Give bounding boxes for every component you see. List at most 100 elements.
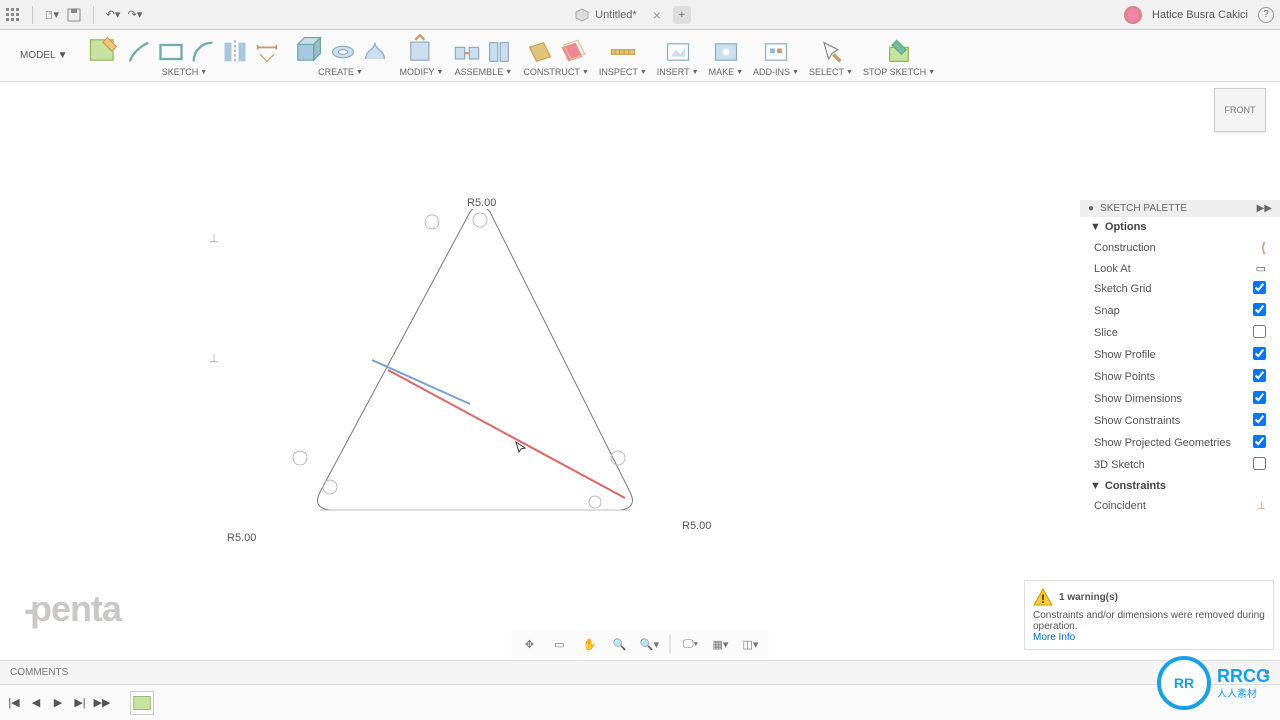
dimension-right[interactable]: R5.00 bbox=[680, 520, 713, 532]
help-icon[interactable]: ? bbox=[1258, 7, 1274, 23]
create-sketch-icon[interactable] bbox=[87, 34, 121, 66]
palette-option-show-profile[interactable]: Show Profile bbox=[1080, 344, 1280, 366]
palette-option-show-dimensions[interactable]: Show Dimensions bbox=[1080, 388, 1280, 410]
close-tab-icon[interactable]: × bbox=[653, 7, 661, 23]
construction-icon[interactable]: ⟨ bbox=[1261, 240, 1266, 256]
titlebar-right: Hatice Busra Cakici ? bbox=[1124, 6, 1274, 24]
checkbox[interactable] bbox=[1253, 303, 1266, 316]
pin-icon[interactable]: ● bbox=[1088, 203, 1094, 214]
palette-option-label: Look At bbox=[1094, 263, 1131, 275]
warning-icon: ! bbox=[1033, 587, 1053, 607]
pan-icon[interactable]: ✋ bbox=[580, 634, 600, 654]
warning-link[interactable]: More Info bbox=[1033, 632, 1075, 643]
coincident-icon[interactable]: ⊥ bbox=[1256, 499, 1266, 512]
rectangle-tool-icon[interactable] bbox=[157, 38, 185, 66]
revolve-icon[interactable] bbox=[329, 38, 357, 66]
select-icon[interactable] bbox=[817, 38, 845, 66]
palette-option-look-at[interactable]: Look At ▭ bbox=[1080, 259, 1280, 278]
save-icon[interactable] bbox=[67, 8, 81, 22]
make-icon[interactable] bbox=[712, 38, 740, 66]
palette-option-slice[interactable]: Slice bbox=[1080, 322, 1280, 344]
checkbox[interactable] bbox=[1253, 391, 1266, 404]
mirror-tool-icon[interactable] bbox=[221, 38, 249, 66]
offset-plane-icon[interactable] bbox=[558, 38, 586, 66]
user-name[interactable]: Hatice Busra Cakici bbox=[1152, 9, 1248, 21]
grid-settings-icon[interactable]: ▦▾ bbox=[711, 634, 731, 654]
ribbon-label-sketch[interactable]: SKETCH▼ bbox=[162, 67, 207, 77]
timeline-prev-icon[interactable]: ◀ bbox=[28, 695, 44, 711]
press-pull-icon[interactable] bbox=[404, 34, 438, 66]
expand-panel-icon[interactable]: ▶▶ bbox=[1257, 203, 1272, 214]
checkbox[interactable] bbox=[1253, 435, 1266, 448]
ribbon-label-make[interactable]: MAKE▼ bbox=[709, 67, 743, 77]
dimension-tool-icon[interactable] bbox=[253, 38, 281, 66]
palette-option-sketch-grid[interactable]: Sketch Grid bbox=[1080, 278, 1280, 300]
checkbox[interactable] bbox=[1253, 369, 1266, 382]
measure-icon[interactable] bbox=[609, 38, 637, 66]
ribbon-group-assemble: ASSEMBLE▼ bbox=[453, 34, 513, 77]
timeline-play-icon[interactable]: ▶ bbox=[50, 695, 66, 711]
joint-icon[interactable] bbox=[485, 38, 513, 66]
checkbox[interactable] bbox=[1253, 413, 1266, 426]
orbit-icon[interactable]: ✥ bbox=[520, 634, 540, 654]
palette-option-snap[interactable]: Snap bbox=[1080, 300, 1280, 322]
palette-option-show-points[interactable]: Show Points bbox=[1080, 366, 1280, 388]
look-at-icon[interactable]: ▭ bbox=[1256, 262, 1266, 275]
app-grid-icon[interactable] bbox=[6, 8, 20, 22]
dimension-left[interactable]: R5.00 bbox=[225, 532, 258, 544]
timeline-next-icon[interactable]: ▶| bbox=[72, 695, 88, 711]
ribbon-label-insert[interactable]: INSERT▼ bbox=[657, 67, 699, 77]
palette-option-construction[interactable]: Construction⟨ bbox=[1080, 237, 1280, 259]
palette-header[interactable]: ● SKETCH PALETTE ▶▶ bbox=[1080, 200, 1280, 217]
timeline-start-icon[interactable]: |◀ bbox=[6, 695, 22, 711]
avatar[interactable] bbox=[1124, 6, 1142, 24]
checkbox[interactable] bbox=[1253, 281, 1266, 294]
comments-bar[interactable]: COMMENTS ● bbox=[0, 660, 1280, 684]
palette-option-show-constraints[interactable]: Show Constraints bbox=[1080, 410, 1280, 432]
viewport-icon[interactable]: ◫▾ bbox=[741, 634, 761, 654]
ribbon-label-select[interactable]: SELECT▼ bbox=[809, 67, 853, 77]
ribbon-label-assemble[interactable]: ASSEMBLE▼ bbox=[455, 67, 512, 77]
ribbon-label-inspect[interactable]: INSPECT▼ bbox=[599, 67, 647, 77]
sketch-palette: ● SKETCH PALETTE ▶▶ ▼ Options Constructi… bbox=[1080, 200, 1280, 515]
display-settings-icon[interactable]: 🖵▾ bbox=[681, 634, 701, 654]
sweep-icon[interactable] bbox=[361, 38, 389, 66]
palette-constraint-coincident[interactable]: Coincident⊥ bbox=[1080, 496, 1280, 515]
arc-tool-icon[interactable] bbox=[189, 38, 217, 66]
workspace-selector[interactable]: MODEL▼ bbox=[20, 50, 67, 61]
assemble-icon[interactable] bbox=[453, 38, 481, 66]
ribbon-label-stop-sketch[interactable]: STOP SKETCH▼ bbox=[863, 67, 935, 77]
dimension-top[interactable]: R5.00 bbox=[465, 197, 498, 209]
addins-icon[interactable] bbox=[762, 38, 790, 66]
undo-icon[interactable]: ↶▾ bbox=[106, 8, 120, 22]
timeline-end-icon[interactable]: ▶▶ bbox=[94, 695, 110, 711]
view-cube[interactable]: FRONT bbox=[1214, 88, 1266, 132]
stop-sketch-icon[interactable] bbox=[885, 38, 913, 66]
ribbon-label-construct[interactable]: CONSTRUCT▼ bbox=[523, 67, 588, 77]
redo-icon[interactable]: ↷▾ bbox=[128, 8, 142, 22]
checkbox[interactable] bbox=[1253, 457, 1266, 470]
svg-text:!: ! bbox=[1041, 592, 1045, 606]
ribbon-label-addins[interactable]: ADD-INS▼ bbox=[753, 67, 799, 77]
palette-option-label: Sketch Grid bbox=[1094, 283, 1151, 295]
palette-constraints-header[interactable]: ▼ Constraints bbox=[1080, 476, 1280, 496]
plane-icon[interactable] bbox=[526, 38, 554, 66]
checkbox[interactable] bbox=[1253, 347, 1266, 360]
zoom-icon[interactable]: 🔍 bbox=[610, 634, 630, 654]
file-icon[interactable]: ▾ bbox=[45, 8, 59, 22]
document-tab[interactable]: Untitled* × + bbox=[142, 6, 1124, 24]
line-tool-icon[interactable] bbox=[125, 38, 153, 66]
timeline-sketch-thumb[interactable] bbox=[130, 691, 154, 715]
checkbox[interactable] bbox=[1253, 325, 1266, 338]
extrude-icon[interactable] bbox=[291, 34, 325, 66]
nav-toolbar: ✥ ▭ ✋ 🔍 🔍▾ 🖵▾ ▦▾ ◫▾ bbox=[512, 630, 769, 658]
ribbon-label-modify[interactable]: MODIFY▼ bbox=[399, 67, 443, 77]
palette-options-header[interactable]: ▼ Options bbox=[1080, 217, 1280, 237]
palette-option-show-projected-geometries[interactable]: Show Projected Geometries bbox=[1080, 432, 1280, 454]
zoom-window-icon[interactable]: 🔍▾ bbox=[640, 634, 660, 654]
palette-option-3d-sketch[interactable]: 3D Sketch bbox=[1080, 454, 1280, 476]
new-tab-button[interactable]: + bbox=[673, 6, 691, 24]
insert-icon[interactable] bbox=[664, 38, 692, 66]
ribbon-label-create[interactable]: CREATE▼ bbox=[318, 67, 363, 77]
look-at-icon[interactable]: ▭ bbox=[550, 634, 570, 654]
